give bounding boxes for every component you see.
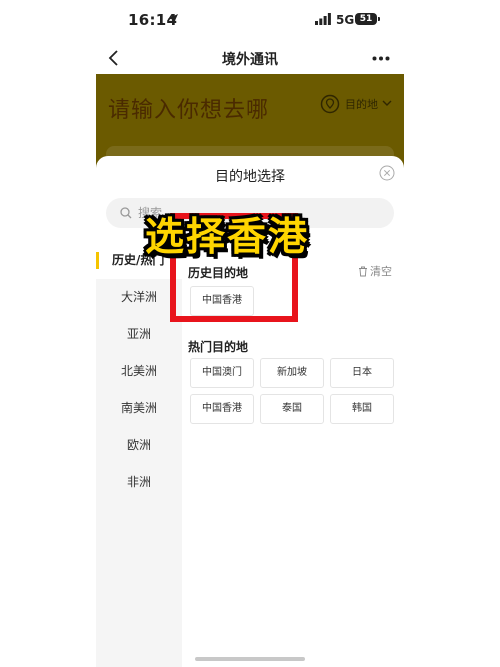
category-label: 北美洲: [120, 364, 157, 378]
destination-pin-icon: [320, 94, 340, 114]
close-icon[interactable]: [379, 165, 395, 181]
search-icon: [120, 207, 132, 219]
category-label: 亚洲: [126, 327, 151, 341]
battery-tip: [378, 17, 380, 21]
category-label: 南美洲: [120, 401, 157, 415]
active-indicator: [96, 252, 99, 269]
hot-tag-thailand[interactable]: 泰国: [260, 394, 324, 424]
chevron-down-icon: [382, 100, 392, 106]
clear-history-button[interactable]: 清空: [358, 264, 392, 278]
destination-prompt: 请输入你想去哪: [108, 98, 270, 123]
hot-section-title: 热门目的地: [188, 340, 249, 354]
category-north-america[interactable]: 北美洲: [96, 353, 182, 390]
category-africa[interactable]: 非洲: [96, 464, 182, 501]
network-type: 5G: [336, 13, 355, 27]
clear-history-label: 清空: [370, 265, 392, 278]
category-label: 大洋洲: [120, 290, 157, 304]
hot-tag-korea[interactable]: 韩国: [330, 394, 394, 424]
trash-icon: [359, 266, 367, 276]
more-icon[interactable]: [372, 56, 390, 61]
hot-tag-singapore[interactable]: 新加坡: [260, 358, 324, 388]
category-europe[interactable]: 欧洲: [96, 427, 182, 464]
category-south-america[interactable]: 南美洲: [96, 390, 182, 427]
page-title: 境外通讯: [222, 52, 278, 68]
hot-tag-hong-kong[interactable]: 中国香港: [190, 394, 254, 424]
category-label: 非洲: [126, 475, 151, 489]
battery-icon: 51: [355, 13, 377, 25]
sheet-title: 目的地选择: [215, 169, 285, 185]
destination-label: 目的地: [345, 98, 378, 111]
hot-tag-macau[interactable]: 中国澳门: [190, 358, 254, 388]
hot-tag-japan[interactable]: 日本: [330, 358, 394, 388]
signal-icon: [315, 13, 331, 25]
annotation-caption: 选择香港: [145, 215, 310, 260]
location-arrow-icon: [168, 14, 178, 24]
category-label: 欧洲: [126, 438, 151, 452]
home-indicator[interactable]: [195, 657, 305, 661]
